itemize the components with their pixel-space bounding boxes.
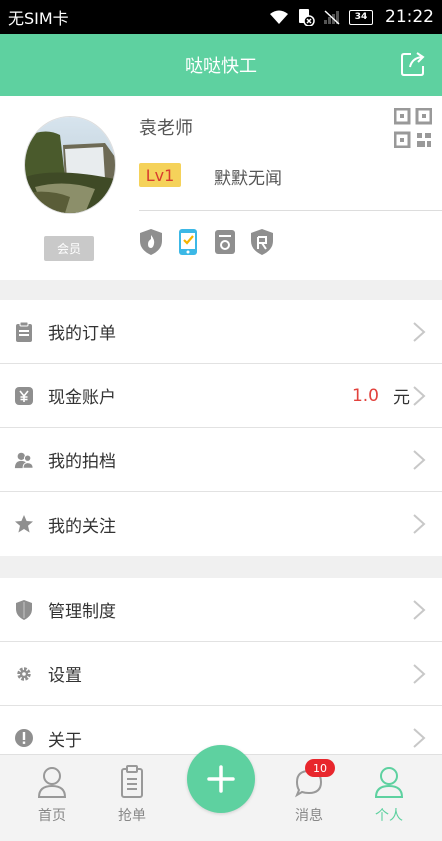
yuan-icon (14, 385, 34, 407)
bottom-nav: 首页 抢单 10 消息 个人 (0, 745, 442, 841)
share-icon[interactable] (400, 51, 426, 77)
nav-me[interactable]: 个人 (359, 765, 419, 835)
signal-icon (324, 10, 340, 25)
status-icons: 34 21:22 (269, 7, 434, 27)
menu-label: 我的拍档 (48, 452, 116, 472)
qrcode-icon[interactable] (394, 108, 432, 148)
chevron-right-icon (413, 599, 426, 620)
currency-unit: 元 (393, 388, 410, 408)
partners-icon (14, 449, 34, 471)
info-icon (14, 727, 34, 749)
cash-balance: 1.0 (351, 385, 379, 406)
user-name: 袁老师 (139, 118, 193, 139)
nav-grab-order[interactable]: 抢单 (102, 765, 162, 835)
plus-icon (207, 765, 235, 793)
menu-label: 管理制度 (48, 602, 116, 622)
shield-icon (14, 599, 34, 621)
app-header: 哒哒快工 (0, 34, 442, 96)
chevron-right-icon (413, 449, 426, 470)
menu-label: 我的订单 (48, 324, 116, 344)
menu-label: 我的关注 (48, 516, 116, 537)
chevron-right-icon (413, 728, 426, 748)
menu-item-my-orders[interactable]: 我的订单 (0, 300, 442, 364)
nav-label: 抢单 (118, 808, 146, 824)
person-icon (374, 767, 404, 798)
clipboard-icon (121, 765, 143, 798)
badge-list (139, 228, 274, 256)
menu-label: 设置 (48, 666, 82, 686)
star-icon (14, 513, 34, 535)
level-badge: Lv1 (139, 163, 181, 187)
add-button[interactable] (187, 745, 255, 813)
message-count-badge: 10 (305, 759, 335, 777)
nav-messages[interactable]: 10 消息 (279, 759, 339, 835)
clipboard-icon (14, 321, 34, 343)
wifi-icon (270, 10, 288, 24)
menu-label: 现金账户 (48, 388, 116, 408)
chevron-right-icon (413, 663, 426, 684)
profile-card[interactable]: 会员 袁老师 Lv1 默默无闻 (0, 96, 442, 280)
avatar-image (25, 117, 115, 213)
status-bar: 无SIM卡 34 21:22 (0, 0, 442, 34)
nav-home[interactable]: 首页 (22, 765, 82, 835)
menu-item-my-follows[interactable]: 我的关注 (0, 492, 442, 556)
nav-label: 消息 (295, 808, 323, 824)
nav-label: 首页 (38, 808, 66, 824)
status-time: 21:22 (385, 7, 434, 27)
nav-label: 个人 (375, 808, 403, 824)
chevron-right-icon (413, 321, 426, 342)
menu-item-settings[interactable]: 设置 (0, 642, 442, 706)
menu-item-management-rules[interactable]: 管理制度 (0, 578, 442, 642)
member-tag: 会员 (44, 236, 94, 261)
sim-error-icon (299, 9, 315, 26)
menu-group-system: 管理制度 设置 关于 (0, 578, 442, 770)
menu-group-account: 我的订单 现金账户 1.0 元 我的拍档 我的关注 (0, 300, 442, 556)
gear-icon (14, 663, 34, 685)
page-title: 哒哒快工 (185, 56, 257, 77)
id-card-icon[interactable] (213, 228, 237, 256)
chevron-right-icon (413, 385, 426, 406)
phone-verified-icon[interactable] (176, 228, 200, 256)
menu-item-cash-account[interactable]: 现金账户 1.0 元 (0, 364, 442, 428)
carrier-label: 无SIM卡 (8, 9, 69, 28)
divider (139, 210, 442, 211)
battery-icon: 34 (349, 9, 373, 25)
menu-item-my-partners[interactable]: 我的拍档 (0, 428, 442, 492)
home-person-icon (37, 767, 67, 798)
chevron-right-icon (413, 514, 426, 534)
fire-shield-icon[interactable] (139, 228, 163, 256)
guarantee-shield-icon[interactable] (250, 228, 274, 256)
level-description: 默默无闻 (214, 169, 282, 189)
avatar[interactable] (24, 116, 116, 214)
